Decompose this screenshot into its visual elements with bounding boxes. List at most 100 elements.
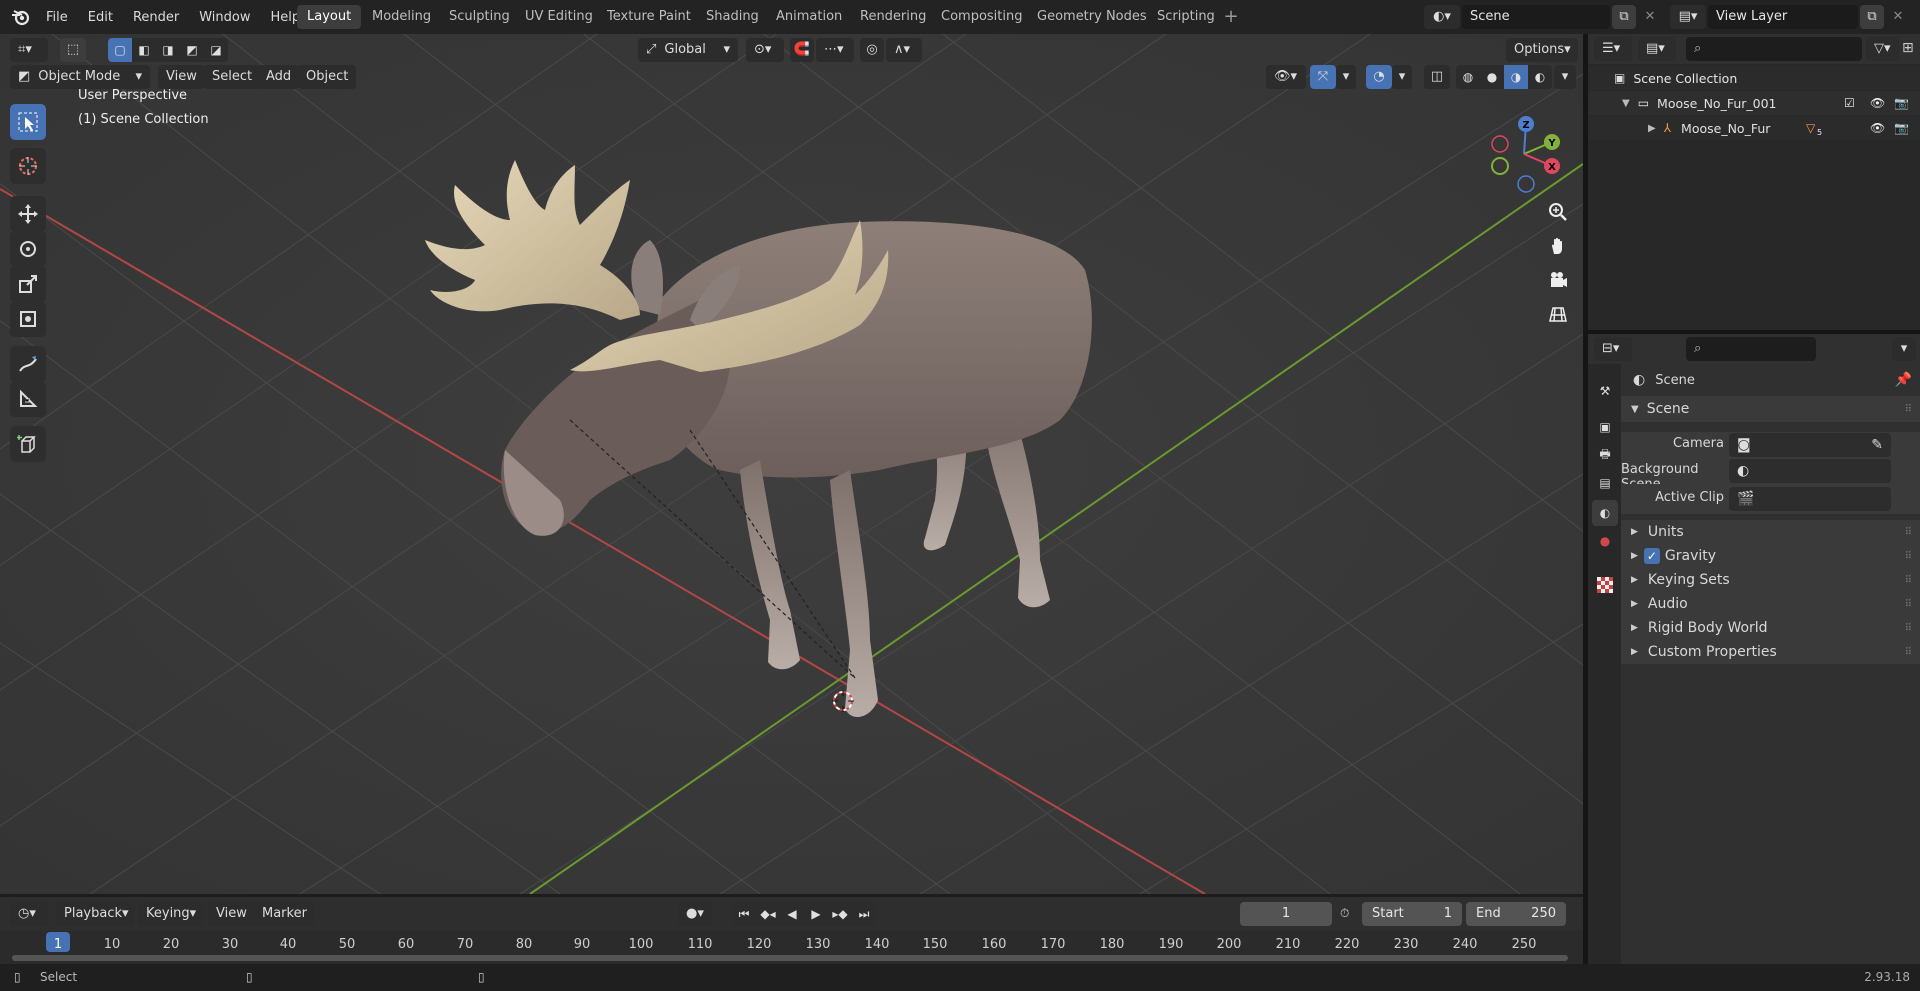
overlays-toggle-icon[interactable]: ◔ (1366, 65, 1392, 89)
view-layer-selector-icon[interactable]: ▤▾ (1670, 5, 1706, 29)
scale-tool-icon[interactable] (10, 266, 46, 302)
keying-sets-panel-header[interactable]: ▶ Keying Sets ⠿ (1621, 568, 1920, 592)
display-mode-icon[interactable]: ▤▾ (1638, 37, 1676, 61)
mesh-data-icon[interactable]: ▽ (1806, 121, 1815, 135)
texture-tab-icon[interactable] (1592, 572, 1618, 598)
editor-type-button[interactable]: ⌗▾ (10, 38, 48, 62)
tab-animation[interactable]: Animation (766, 5, 852, 29)
view-layer-field[interactable]: View Layer (1708, 5, 1858, 29)
prev-keyframe-icon[interactable]: ◆◂ (756, 907, 780, 921)
scene-tab-icon[interactable]: ◐ (1592, 500, 1618, 526)
move-tool-icon[interactable] (10, 196, 46, 232)
playback-menu[interactable]: Playback ▾ (56, 902, 134, 926)
xray-toggle-icon[interactable]: ◫ (1424, 65, 1450, 89)
filter-icon[interactable]: ▽▾ (1866, 37, 1900, 61)
new-scene-icon[interactable]: ⧉ (1612, 5, 1636, 29)
auto-keying-icon[interactable]: ●▾ (678, 902, 712, 926)
zoom-view-icon[interactable] (1543, 197, 1573, 227)
output-tab-icon[interactable]: 🖶 (1592, 442, 1618, 468)
gravity-checkbox[interactable]: ✓ (1643, 548, 1660, 564)
outliner-search-input[interactable]: ⌕ (1686, 37, 1862, 61)
expand-icon[interactable]: ▶ (1648, 123, 1656, 134)
annotate-tool-icon[interactable] (10, 346, 46, 382)
current-frame-field[interactable]: 1 (1240, 902, 1332, 926)
scene-selector-icon[interactable]: ◐▾ (1424, 5, 1460, 29)
timeline-editor-type-icon[interactable]: ◷▾ (10, 902, 48, 926)
moose-model[interactable] (400, 144, 1120, 784)
select-subtract-icon[interactable]: ◨ (156, 43, 180, 57)
select-intersect-icon[interactable]: ◪ (204, 43, 228, 57)
exclude-checkbox-icon[interactable]: ☑ (1844, 96, 1855, 110)
drag-handle-icon[interactable]: ⠿ (1905, 551, 1912, 562)
tab-layout[interactable]: Layout (297, 5, 362, 29)
viewport-menu-object[interactable]: Object (298, 65, 357, 89)
select-invert-icon[interactable]: ◩ (180, 43, 204, 57)
active-tool-icon[interactable]: ⬚ (60, 38, 86, 62)
drag-handle-icon[interactable]: ⠿ (1905, 527, 1912, 538)
view-layer-tab-icon[interactable]: ▤ (1592, 470, 1618, 496)
overlays-dropdown-icon[interactable]: ▾ (1392, 65, 1412, 89)
keying-menu[interactable]: Keying ▾ (138, 902, 204, 926)
properties-search-input[interactable]: ⌕ (1686, 337, 1816, 361)
next-keyframe-icon[interactable]: ▸◆ (828, 907, 852, 921)
camera-view-icon[interactable] (1543, 265, 1573, 295)
add-workspace-icon[interactable]: + (1222, 8, 1240, 26)
visibility-selectability-icon[interactable]: 👁▾ (1266, 65, 1306, 89)
viewport-menu-select[interactable]: Select (204, 65, 261, 89)
play-icon[interactable]: ▶ (804, 907, 828, 921)
snap-target-icon[interactable]: ⋯▾ (816, 38, 854, 62)
tab-compositing[interactable]: Compositing (931, 5, 1033, 29)
outliner-editor-type-icon[interactable]: ☰▾ (1594, 37, 1632, 61)
pin-icon[interactable]: 📌 (1895, 372, 1912, 388)
drag-handle-icon[interactable]: ⠿ (1905, 575, 1912, 586)
timeline-view-menu[interactable]: View (208, 902, 255, 926)
select-box-tool-icon[interactable] (10, 104, 46, 140)
measure-tool-icon[interactable] (10, 381, 46, 417)
object-mode-dropdown[interactable]: ◩ Object Mode ▾ (10, 65, 150, 89)
menu-render[interactable]: Render (123, 10, 189, 25)
scene-name-field[interactable]: Scene (1462, 5, 1610, 29)
tab-scripting[interactable]: Scripting (1147, 5, 1225, 29)
custom-properties-panel-header[interactable]: ▶ Custom Properties ⠿ (1621, 640, 1920, 664)
navigation-gizmo[interactable]: Z Y X (1484, 104, 1564, 194)
units-panel-header[interactable]: ▶ Units ⠿ (1621, 520, 1920, 544)
gizmo-toggle-icon[interactable]: ⤧ (1310, 65, 1336, 89)
tab-modeling[interactable]: Modeling (362, 5, 441, 29)
jump-start-icon[interactable]: ⏮ (732, 907, 756, 922)
jump-end-icon[interactable]: ⏭ (852, 907, 876, 922)
menu-edit[interactable]: Edit (78, 10, 123, 25)
timeline-scrollbar[interactable] (12, 955, 1568, 961)
tab-uv-editing[interactable]: UV Editing (515, 5, 603, 29)
tab-rendering[interactable]: Rendering (850, 5, 936, 29)
cursor-tool-icon[interactable] (10, 148, 46, 184)
add-cube-tool-icon[interactable] (10, 426, 46, 462)
expand-icon[interactable]: ▼ (1622, 98, 1630, 109)
start-frame-field[interactable]: Start 1 (1362, 902, 1462, 926)
audio-panel-header[interactable]: ▶ Audio ⠿ (1621, 592, 1920, 616)
delete-scene-icon[interactable]: ✕ (1638, 5, 1662, 29)
drag-handle-icon[interactable]: ⠿ (1905, 623, 1912, 634)
solid-shading-icon[interactable]: ● (1480, 70, 1504, 84)
perspective-toggle-icon[interactable] (1543, 299, 1573, 329)
pivot-point-icon[interactable]: ⊙▾ (746, 38, 784, 62)
camera-field[interactable]: ◙ ✎ (1729, 433, 1891, 457)
render-camera-icon[interactable]: 📷 (1894, 96, 1909, 110)
gravity-panel-header[interactable]: ▶ ✓ Gravity ⠿ (1621, 544, 1920, 568)
menu-file[interactable]: File (36, 10, 78, 25)
render-tab-icon[interactable]: ▣ (1592, 414, 1618, 440)
3d-cursor-icon[interactable] (832, 690, 854, 712)
preview-range-icon[interactable]: ⏱ (1340, 906, 1349, 921)
scene-panel-header[interactable]: ▼ Scene ⠿ (1621, 396, 1920, 422)
render-camera-icon[interactable]: 📷 (1894, 121, 1909, 135)
drag-handle-icon[interactable]: ⠿ (1905, 404, 1912, 415)
outliner-row-scene-collection[interactable]: ▣ Scene Collection (1588, 66, 1920, 90)
tool-tab-icon[interactable]: ⚒ (1592, 378, 1618, 404)
drag-handle-icon[interactable]: ⠿ (1905, 647, 1912, 658)
visibility-eye-icon[interactable]: 👁 (1870, 96, 1885, 110)
options-dropdown[interactable]: Options ▾ (1506, 38, 1578, 62)
outliner-row-collection[interactable]: ▼ ▭ Moose_No_Fur_001 ☑ 👁 📷 (1588, 91, 1920, 115)
eyedropper-icon[interactable]: ✎ (1871, 437, 1883, 453)
timeline-marker-menu[interactable]: Marker (254, 902, 315, 926)
select-new-icon[interactable]: ▢ (108, 38, 132, 62)
delete-view-layer-icon[interactable]: ✕ (1886, 5, 1910, 29)
